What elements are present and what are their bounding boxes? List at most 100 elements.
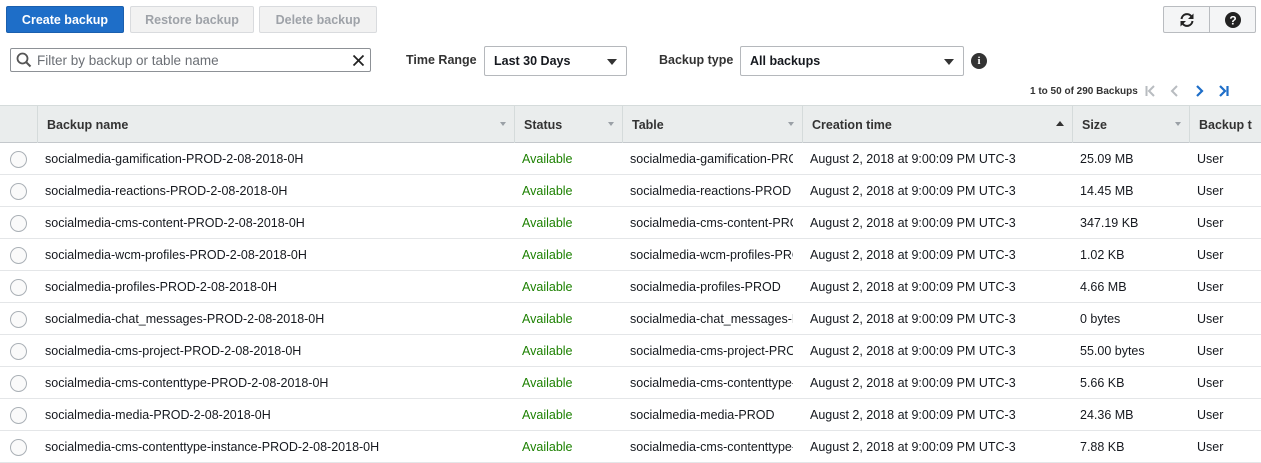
size-cell: 1.02 KB bbox=[1080, 247, 1125, 262]
backup-name-cell: socialmedia-chat_messages-PROD-2-08-2018… bbox=[45, 311, 325, 326]
create-backup-button[interactable]: Create backup bbox=[6, 6, 124, 33]
status-cell: Available bbox=[522, 343, 573, 358]
row-select-radio[interactable] bbox=[10, 311, 27, 328]
time-range-label: Time Range bbox=[406, 53, 477, 67]
status-cell: Available bbox=[522, 247, 573, 262]
info-icon[interactable]: i bbox=[971, 53, 987, 69]
row-select-radio[interactable] bbox=[10, 407, 27, 424]
pagination-text: 1 to 50 of 290 Backups bbox=[1030, 85, 1138, 97]
search-input[interactable]: Filter by backup or table name bbox=[10, 48, 371, 72]
previous-page-icon[interactable] bbox=[1168, 84, 1182, 98]
row-select-radio[interactable] bbox=[10, 247, 27, 264]
last-page-icon[interactable] bbox=[1216, 84, 1230, 98]
size-cell: 7.88 KB bbox=[1080, 439, 1125, 454]
pagination: 1 to 50 of 290 Backups bbox=[1030, 84, 1230, 98]
creation-time-cell: August 2, 2018 at 9:00:09 PM UTC-3 bbox=[810, 279, 1016, 294]
creation-time-cell: August 2, 2018 at 9:00:09 PM UTC-3 bbox=[810, 247, 1016, 262]
table-row[interactable]: socialmedia-cms-contenttype-PROD-2-08-20… bbox=[0, 367, 1261, 399]
column-header-status[interactable]: Status bbox=[514, 106, 622, 143]
backup-type-cell: User bbox=[1197, 215, 1224, 230]
status-cell: Available bbox=[522, 151, 573, 166]
table-name-cell: socialmedia-profiles-PROD bbox=[630, 279, 781, 294]
table-row[interactable]: socialmedia-reactions-PROD-2-08-2018-0H A… bbox=[0, 175, 1261, 207]
column-header-size[interactable]: Size bbox=[1072, 106, 1189, 143]
restore-backup-button[interactable]: Restore backup bbox=[130, 6, 254, 33]
backup-name-cell: socialmedia-profiles-PROD-2-08-2018-0H bbox=[45, 279, 278, 294]
chevron-down-icon bbox=[607, 59, 617, 65]
creation-time-cell: August 2, 2018 at 9:00:09 PM UTC-3 bbox=[810, 439, 1016, 454]
column-header-backup-name[interactable]: Backup name bbox=[37, 106, 514, 143]
first-page-icon[interactable] bbox=[1144, 84, 1158, 98]
backup-type-cell: User bbox=[1197, 151, 1224, 166]
table-row[interactable]: socialmedia-wcm-profiles-PROD-2-08-2018-… bbox=[0, 239, 1261, 271]
delete-backup-button[interactable]: Delete backup bbox=[259, 6, 377, 33]
chevron-down-icon bbox=[944, 59, 954, 65]
size-cell: 0 bytes bbox=[1080, 311, 1121, 326]
backup-type-cell: User bbox=[1197, 183, 1224, 198]
backup-type-value: All backups bbox=[750, 54, 821, 68]
table-row[interactable]: socialmedia-media-PROD-2-08-2018-0H Avail… bbox=[0, 399, 1261, 431]
table-name-cell: socialmedia-cms-project-PROD bbox=[630, 343, 793, 358]
toolbar: Create backup Restore backup Delete back… bbox=[0, 0, 1261, 38]
backup-name-cell: socialmedia-media-PROD-2-08-2018-0H bbox=[45, 407, 271, 422]
creation-time-cell: August 2, 2018 at 9:00:09 PM UTC-3 bbox=[810, 311, 1016, 326]
column-header-table[interactable]: Table bbox=[622, 106, 802, 143]
status-cell: Available bbox=[522, 311, 573, 326]
svg-text:?: ? bbox=[1229, 13, 1236, 27]
time-range-select[interactable]: Last 30 Days bbox=[484, 46, 627, 76]
row-select-radio[interactable] bbox=[10, 151, 27, 168]
size-cell: 24.36 MB bbox=[1080, 407, 1134, 422]
refresh-button[interactable] bbox=[1163, 6, 1210, 33]
backup-type-select[interactable]: All backups bbox=[740, 46, 964, 76]
status-cell: Available bbox=[522, 407, 573, 422]
select-column-header bbox=[0, 106, 37, 143]
table-row[interactable]: socialmedia-cms-contenttype-instance-PRO… bbox=[0, 431, 1261, 463]
table-row[interactable]: socialmedia-chat_messages-PROD-2-08-2018… bbox=[0, 303, 1261, 335]
backup-type-cell: User bbox=[1197, 407, 1224, 422]
backup-type-cell: User bbox=[1197, 279, 1224, 294]
creation-time-cell: August 2, 2018 at 9:00:09 PM UTC-3 bbox=[810, 183, 1016, 198]
backup-name-cell: socialmedia-cms-contenttype-instance-PRO… bbox=[45, 439, 380, 454]
column-header-backup-type[interactable]: Backup t bbox=[1189, 106, 1261, 143]
column-header-creation-time[interactable]: Creation time bbox=[802, 106, 1072, 143]
row-select-radio[interactable] bbox=[10, 279, 27, 296]
size-cell: 25.09 MB bbox=[1080, 151, 1134, 166]
table-row[interactable]: socialmedia-profiles-PROD-2-08-2018-0H Av… bbox=[0, 271, 1261, 303]
status-cell: Available bbox=[522, 375, 573, 390]
creation-time-cell: August 2, 2018 at 9:00:09 PM UTC-3 bbox=[810, 215, 1016, 230]
sort-icon bbox=[608, 122, 614, 126]
table-name-cell: socialmedia-cms-contenttype-PROD bbox=[630, 375, 793, 390]
status-cell: Available bbox=[522, 279, 573, 294]
table-row[interactable]: socialmedia-gamification-PROD-2-08-2018-… bbox=[0, 143, 1261, 175]
backup-type-cell: User bbox=[1197, 311, 1224, 326]
size-cell: 5.66 KB bbox=[1080, 375, 1125, 390]
sort-icon bbox=[1175, 122, 1181, 126]
table-row[interactable]: socialmedia-cms-content-PROD-2-08-2018-0… bbox=[0, 207, 1261, 239]
backup-name-cell: socialmedia-wcm-profiles-PROD-2-08-2018-… bbox=[45, 247, 307, 262]
status-cell: Available bbox=[522, 439, 573, 454]
size-cell: 347.19 KB bbox=[1080, 215, 1139, 230]
backup-name-cell: socialmedia-cms-content-PROD-2-08-2018-0… bbox=[45, 215, 305, 230]
row-select-radio[interactable] bbox=[10, 215, 27, 232]
table-name-cell: socialmedia-cms-contenttype-instance-PRO… bbox=[630, 439, 793, 454]
clear-search-button[interactable] bbox=[349, 50, 367, 70]
table-row[interactable]: socialmedia-cms-project-PROD-2-08-2018-0… bbox=[0, 335, 1261, 367]
next-page-icon[interactable] bbox=[1192, 84, 1206, 98]
row-select-radio[interactable] bbox=[10, 343, 27, 360]
help-button[interactable]: ? bbox=[1209, 6, 1256, 33]
table-name-cell: socialmedia-wcm-profiles-PROD bbox=[630, 247, 793, 262]
table-name-cell: socialmedia-gamification-PROD bbox=[630, 151, 793, 166]
size-cell: 14.45 MB bbox=[1080, 183, 1134, 198]
refresh-icon bbox=[1180, 12, 1193, 27]
backup-name-cell: socialmedia-reactions-PROD-2-08-2018-0H bbox=[45, 183, 288, 198]
table-name-cell: socialmedia-cms-content-PROD bbox=[630, 215, 793, 230]
row-select-radio[interactable] bbox=[10, 183, 27, 200]
row-select-radio[interactable] bbox=[10, 375, 27, 392]
backup-name-cell: socialmedia-gamification-PROD-2-08-2018-… bbox=[45, 151, 304, 166]
table-header: Backup name Status Table Creation time S… bbox=[0, 105, 1261, 143]
creation-time-cell: August 2, 2018 at 9:00:09 PM UTC-3 bbox=[810, 343, 1016, 358]
table-name-cell: socialmedia-chat_messages-PROD bbox=[630, 311, 793, 326]
size-cell: 4.66 MB bbox=[1080, 279, 1127, 294]
creation-time-cell: August 2, 2018 at 9:00:09 PM UTC-3 bbox=[810, 407, 1016, 422]
status-cell: Available bbox=[522, 215, 573, 230]
